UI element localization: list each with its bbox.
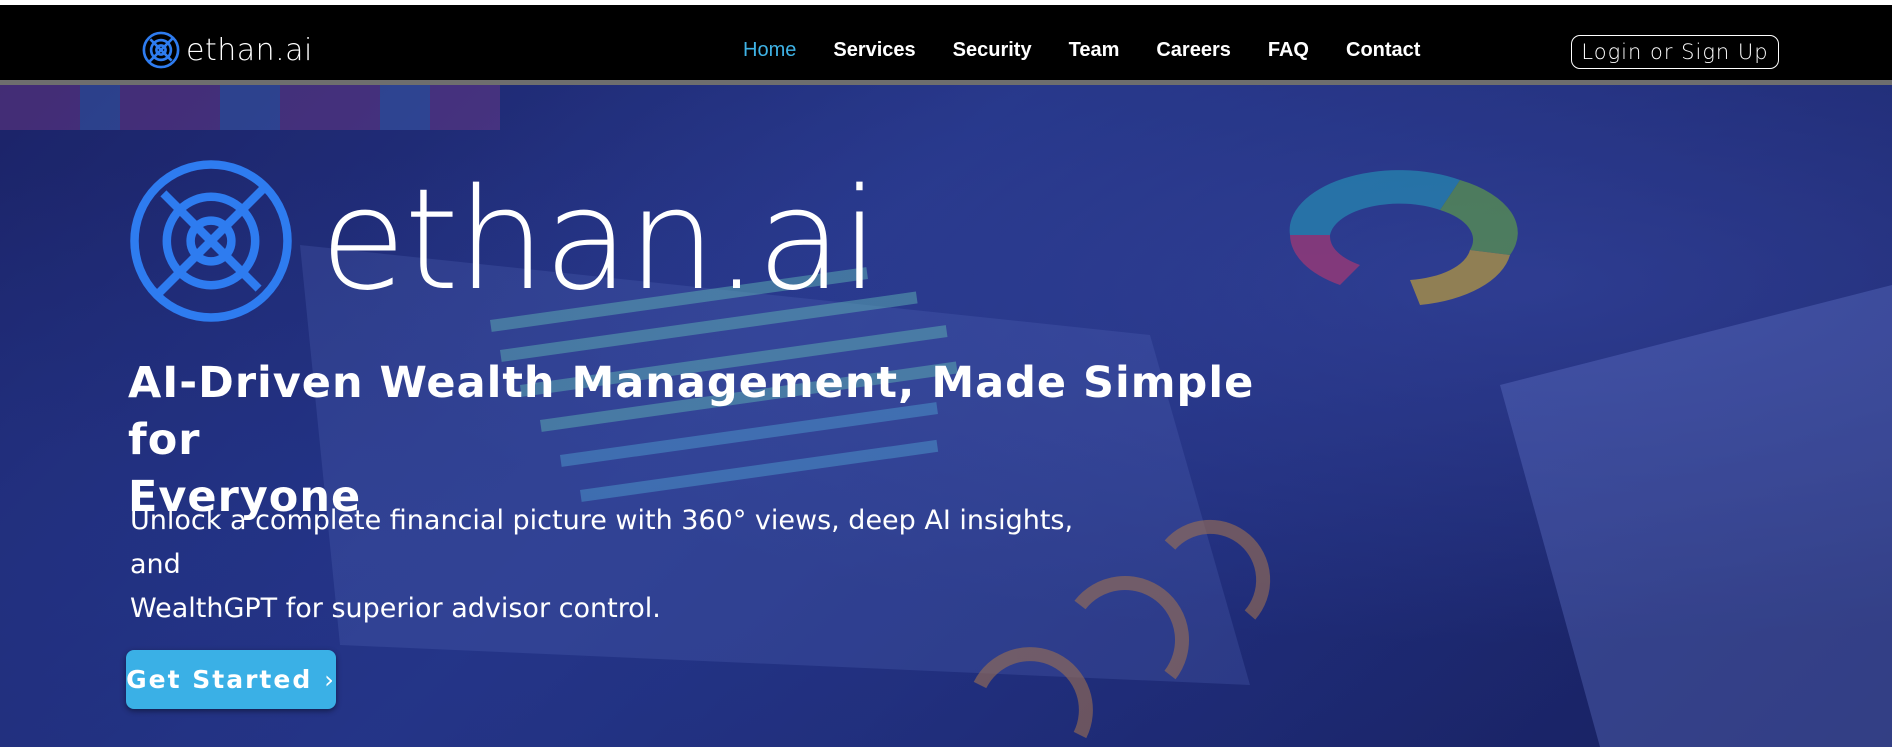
ethan-logo-icon-large: [130, 160, 292, 322]
nav-item-contact[interactable]: Contact: [1346, 39, 1420, 62]
nav-item-home[interactable]: Home: [743, 39, 796, 62]
ethan-logo-icon: [142, 31, 180, 69]
hero-subtext-line-2: WealthGPT for superior advisor control.: [130, 593, 661, 624]
nav-item-faq[interactable]: FAQ: [1268, 39, 1309, 62]
nav-item-security[interactable]: Security: [953, 39, 1032, 62]
nav-item-careers[interactable]: Careers: [1156, 39, 1231, 62]
get-started-label: Get Started: [126, 665, 313, 694]
nav-logo[interactable]: ethan.ai: [142, 31, 313, 69]
hero-subtext-line-1: Unlock a complete financial picture with…: [130, 505, 1074, 580]
hero-subtext: Unlock a complete financial picture with…: [130, 499, 1130, 631]
hero-logo: ethan.ai: [126, 156, 879, 326]
nav-logo-text: ethan.ai: [186, 32, 313, 68]
hero-headline-line-1: AI-Driven Wealth Management, Made Simple…: [128, 358, 1255, 465]
hero-logo-text: ethan.ai: [320, 159, 879, 322]
nav-item-team[interactable]: Team: [1069, 39, 1120, 62]
chevron-right-icon: ›: [324, 665, 336, 694]
get-started-button[interactable]: Get Started ›: [126, 650, 336, 709]
top-navigation-bar: ethan.ai Home Services Security Team Car…: [0, 5, 1892, 80]
login-signup-button[interactable]: Login or Sign Up: [1571, 35, 1779, 69]
main-nav: Home Services Security Team Careers FAQ …: [743, 39, 1457, 62]
nav-item-services[interactable]: Services: [833, 39, 915, 62]
hero-section: ethan.ai AI-Driven Wealth Management, Ma…: [0, 85, 1892, 747]
